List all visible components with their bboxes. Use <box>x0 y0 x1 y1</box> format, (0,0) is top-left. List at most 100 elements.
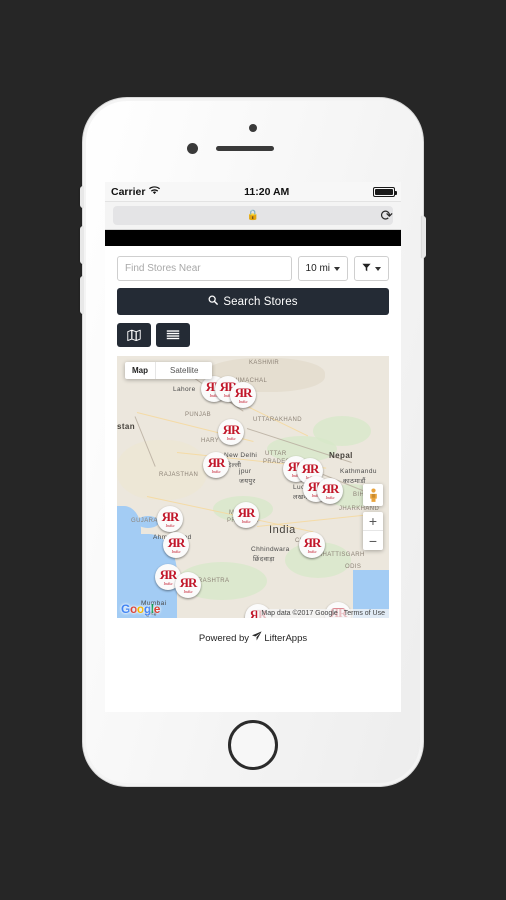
screenshot-stage: Carrier 11:20 AM 🔒 ⟳ Find Stores Near 10… <box>0 0 506 900</box>
map-label: New Delhi <box>224 452 258 459</box>
list-view-button[interactable] <box>156 323 190 347</box>
store-marker[interactable]: ЯRIndia <box>175 572 201 598</box>
map-label: UTTAR <box>265 451 287 457</box>
store-marker-subtitle: India <box>171 548 181 554</box>
zoom-out-button[interactable]: − <box>363 531 383 550</box>
lock-icon: 🔒 <box>246 210 260 221</box>
map-zoom-controls[interactable]: + − <box>363 512 383 550</box>
store-marker-subtitle: India <box>241 518 251 524</box>
map-label: Lahore <box>173 386 196 393</box>
store-marker-monogram: ЯR <box>301 460 320 476</box>
carrier-label: Carrier <box>111 185 146 198</box>
store-marker-monogram: ЯR <box>303 534 322 550</box>
chevron-down-icon <box>375 266 381 271</box>
map-view-button[interactable] <box>117 323 151 347</box>
powered-by-footer: Powered by LifterApps <box>117 618 389 654</box>
store-marker[interactable]: ЯRIndia <box>203 452 229 478</box>
volume-up-button[interactable] <box>80 226 84 264</box>
view-toggle-group <box>117 323 389 347</box>
url-field[interactable]: 🔒 <box>113 206 393 225</box>
store-marker[interactable]: ЯRIndia <box>233 502 259 528</box>
list-icon <box>166 330 180 340</box>
store-marker-subtitle: India <box>183 588 193 594</box>
paper-plane-icon <box>251 631 262 644</box>
store-marker-monogram: ЯR <box>237 504 256 520</box>
store-marker-monogram: ЯR <box>159 566 178 582</box>
map-type-control[interactable]: Map Satellite <box>125 362 213 379</box>
map-label: जयपुर <box>239 478 256 485</box>
store-marker[interactable]: ЯRIndia <box>230 382 256 408</box>
store-marker-subtitle: India <box>325 494 335 500</box>
browser-address-bar[interactable]: 🔒 ⟳ <box>105 202 401 230</box>
store-marker-monogram: ЯR <box>161 508 180 524</box>
map-label: Kathmandu <box>340 468 377 475</box>
map-label: stan <box>117 422 136 431</box>
store-locator-page: 10 mi <box>105 246 401 654</box>
store-marker-monogram: ЯR <box>321 480 340 496</box>
battery-full-icon <box>373 186 397 197</box>
store-marker-subtitle: India <box>163 580 173 586</box>
search-stores-label: Search Stores <box>223 295 298 308</box>
power-button[interactable] <box>422 216 426 258</box>
search-input[interactable] <box>117 256 292 281</box>
store-marker-subtitle: India <box>238 398 248 404</box>
store-marker[interactable]: ЯRIndia <box>299 532 325 558</box>
lifterapps-brand: LifterApps <box>264 633 308 644</box>
map-label: RAJASTHAN <box>159 472 199 478</box>
map-label: UTTARAKHAND <box>253 417 302 423</box>
filter-select[interactable] <box>354 256 389 281</box>
proximity-sensor-icon <box>187 143 198 154</box>
zoom-in-button[interactable]: + <box>363 512 383 531</box>
street-view-pegman-icon[interactable] <box>363 484 383 506</box>
site-header-bar <box>105 230 401 246</box>
terms-of-use-link[interactable]: Terms of Use <box>344 610 385 617</box>
store-marker-monogram: ЯR <box>222 421 241 437</box>
map-label: Chhindwara <box>251 546 290 553</box>
store-marker-monogram: ЯR <box>234 384 253 400</box>
earpiece-speaker <box>216 146 274 151</box>
store-marker-monogram: ЯR <box>179 574 198 590</box>
powered-by-label: Powered by <box>198 633 250 644</box>
map-type-satellite-option[interactable]: Satellite <box>155 362 212 379</box>
reload-icon[interactable]: ⟳ <box>380 208 393 223</box>
store-marker-subtitle: India <box>226 435 236 441</box>
store-marker-subtitle: India <box>211 468 221 474</box>
front-camera-icon <box>249 124 257 132</box>
map-label: PUNJAB <box>185 412 212 418</box>
map-data-credit: Map data ©2017 Google <box>261 610 338 617</box>
status-bar-right <box>373 186 397 197</box>
funnel-icon <box>362 263 371 274</box>
map-type-map-option[interactable]: Map <box>125 362 155 379</box>
store-marker[interactable]: ЯRIndia <box>218 419 244 445</box>
silent-switch[interactable] <box>80 186 84 208</box>
chevron-down-icon <box>334 266 340 271</box>
store-marker-subtitle: India <box>307 548 317 554</box>
store-marker-monogram: ЯR <box>207 454 226 470</box>
volume-down-button[interactable] <box>80 276 84 314</box>
google-map[interactable]: KASHMIR Lahore HIMACHAL PUNJAB UTTARAKHAND st… <box>117 356 389 618</box>
map-label: काठमाडौं <box>343 478 366 485</box>
radius-select[interactable]: 10 mi <box>297 256 348 281</box>
map-label: KASHMIR <box>249 360 280 366</box>
store-marker[interactable]: ЯRIndia <box>163 532 189 558</box>
google-logo: Google <box>121 602 160 616</box>
status-bar-left: Carrier <box>111 185 161 198</box>
map-label: ODIS <box>345 564 362 570</box>
map-label: छिंदवाड़ा <box>253 556 275 563</box>
map-label: Nepal <box>329 451 353 460</box>
map-label: HARY <box>201 438 220 444</box>
map-label: jpur <box>239 468 252 475</box>
home-button[interactable] <box>228 720 278 770</box>
ios-status-bar: Carrier 11:20 AM <box>105 182 401 202</box>
radius-label: 10 mi <box>305 263 330 274</box>
search-stores-button[interactable]: Search Stores <box>117 288 389 315</box>
wifi-icon <box>149 185 161 198</box>
store-marker[interactable]: ЯRIndia <box>157 506 183 532</box>
store-marker[interactable]: ЯRIndia <box>317 478 343 504</box>
map-icon <box>127 329 141 341</box>
search-controls-row: 10 mi <box>117 256 389 281</box>
store-marker-monogram: ЯR <box>167 534 186 550</box>
map-attribution: Map data ©2017 Google Terms of Use <box>257 609 389 618</box>
phone-screen: Carrier 11:20 AM 🔒 ⟳ Find Stores Near 10… <box>105 182 401 712</box>
map-label: India <box>269 524 296 536</box>
